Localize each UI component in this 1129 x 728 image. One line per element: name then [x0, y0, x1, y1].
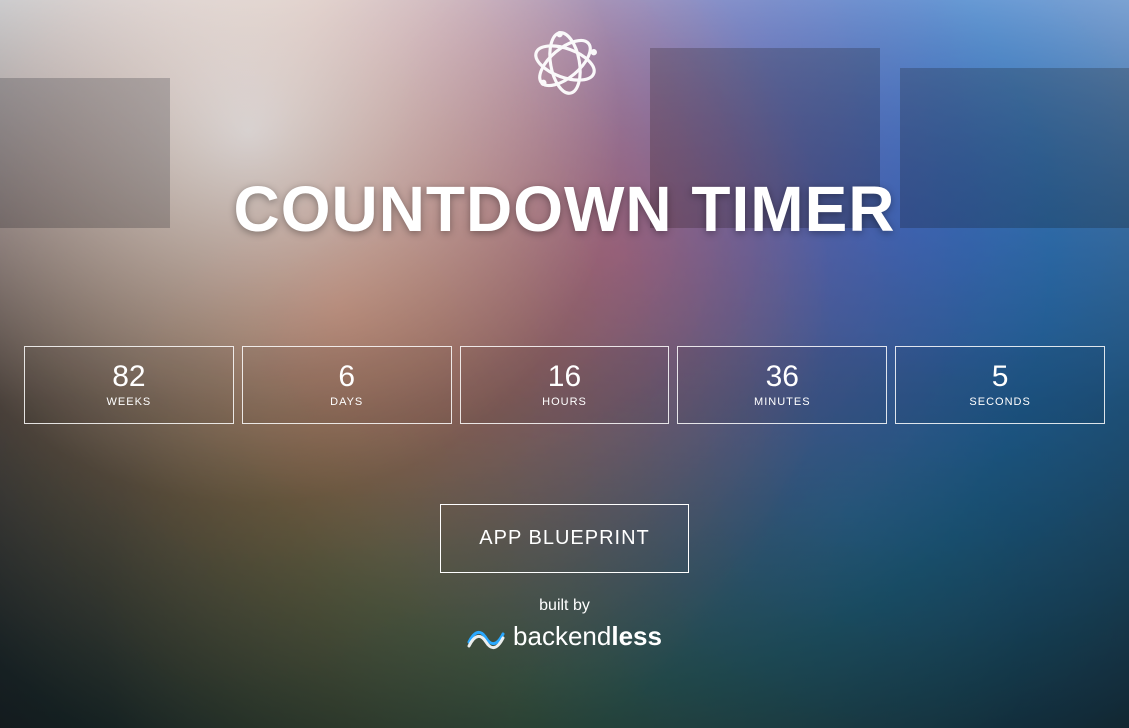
app-blueprint-button[interactable]: APP BLUEPRINT [440, 504, 688, 573]
brand-name-secondary: less [611, 621, 662, 651]
countdown-cell-weeks: 82 WEEKS [24, 346, 234, 424]
page: COUNTDOWN TIMER 82 WEEKS 6 DAYS 16 HOURS… [0, 0, 1129, 728]
countdown-label: SECONDS [969, 396, 1030, 408]
countdown-label: WEEKS [107, 396, 152, 408]
header-logo [520, 18, 610, 108]
countdown-label: MINUTES [754, 396, 811, 408]
built-by-text: built by [539, 597, 590, 615]
countdown-cell-hours: 16 HOURS [460, 346, 670, 424]
countdown-cell-minutes: 36 MINUTES [677, 346, 887, 424]
countdown-value: 16 [548, 362, 581, 392]
brand-logo: backendless [467, 621, 662, 652]
countdown-cell-days: 6 DAYS [242, 346, 452, 424]
countdown-timer: 82 WEEKS 6 DAYS 16 HOURS 36 MINUTES 5 SE… [0, 346, 1129, 424]
built-by-footer: built by backendless [467, 597, 662, 652]
brand-name-primary: backend [513, 621, 611, 651]
brand-name: backendless [513, 621, 662, 652]
wave-icon [467, 624, 505, 650]
countdown-value: 36 [766, 362, 799, 392]
countdown-value: 5 [992, 362, 1009, 392]
countdown-label: DAYS [330, 396, 363, 408]
page-title: COUNTDOWN TIMER [233, 172, 895, 246]
countdown-value: 82 [112, 362, 145, 392]
countdown-value: 6 [338, 362, 355, 392]
countdown-label: HOURS [542, 396, 587, 408]
countdown-cell-seconds: 5 SECONDS [895, 346, 1105, 424]
swirl-logo-icon [520, 18, 610, 108]
